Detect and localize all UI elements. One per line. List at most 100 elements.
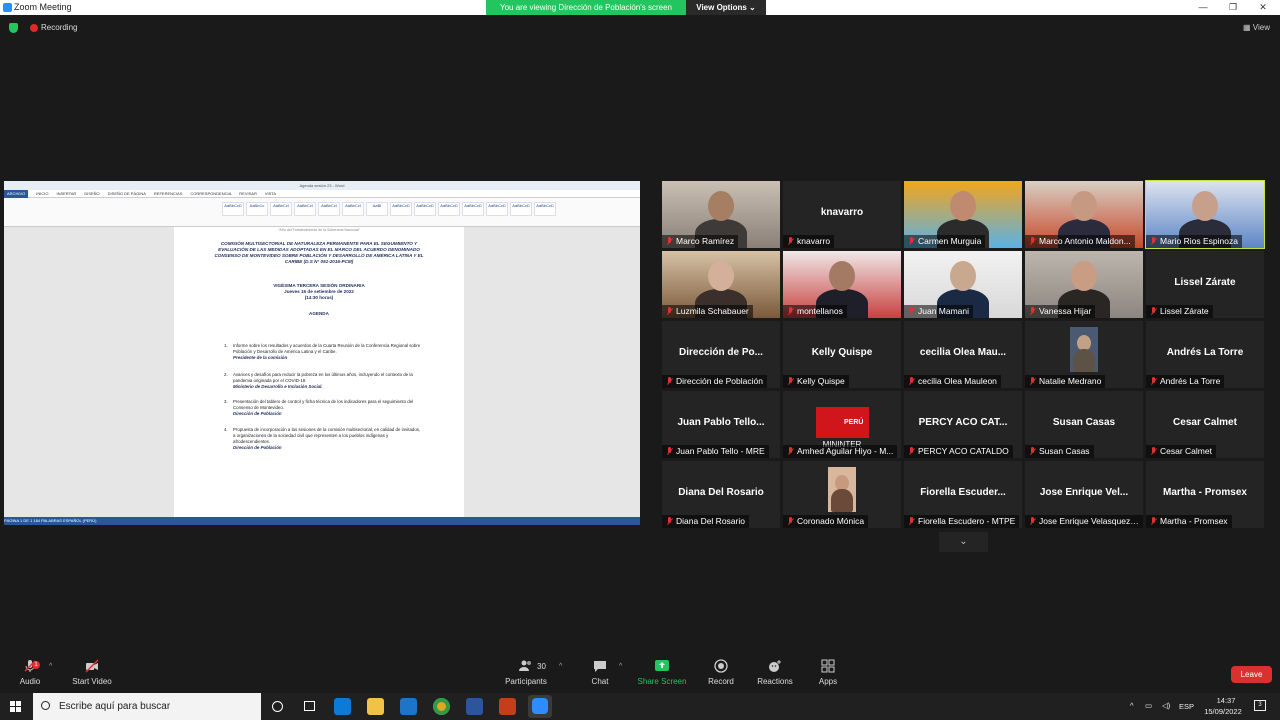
participant-display-name: Dirección de Po...: [679, 347, 763, 358]
restore-button[interactable]: ❐: [1218, 0, 1248, 15]
participant-name: Marco Antonio Maldon...: [1039, 236, 1131, 246]
chat-chevron-icon[interactable]: ^: [619, 663, 622, 670]
participant-tile[interactable]: Luzmila Schabauer: [662, 251, 780, 318]
audio-options-chevron-icon[interactable]: ^: [49, 663, 52, 670]
participant-name-label: Marco Antonio Maldon...: [1025, 235, 1135, 248]
search-icon: [41, 701, 50, 710]
close-button[interactable]: ✕: [1248, 0, 1278, 15]
participant-name-label: Luzmila Schabauer: [662, 305, 753, 318]
share-screen-button[interactable]: Share Screen: [632, 659, 692, 686]
taskbar-search[interactable]: Escribe aquí para buscar: [33, 693, 261, 720]
agenda-item-presenter: Presidente de la comisión: [233, 355, 288, 360]
participant-tile[interactable]: Marco Antonio Maldon...: [1025, 181, 1143, 248]
participant-tile[interactable]: PERCY ACO CAT... PERCY ACO CATALDO: [904, 391, 1022, 458]
network-icon[interactable]: ▭: [1145, 701, 1152, 710]
participant-tile[interactable]: Vanessa Hijar: [1025, 251, 1143, 318]
participant-name-label: Juan Mamani: [904, 305, 974, 318]
word-ribbon-tabs: ARCHIVO INICIO INSERTAR DISEÑO DISEÑO DE PÁG…: [4, 190, 640, 198]
word-icon[interactable]: [466, 698, 483, 715]
agenda-item-text-block: Propuesta de incorporación a las sesione…: [233, 427, 423, 451]
word-tab: INSERTAR: [56, 191, 77, 196]
agenda-item-text: Presentación del tablero de control y fi…: [233, 399, 414, 410]
apps-button[interactable]: Apps: [798, 659, 858, 686]
view-button[interactable]: ▦ View: [1243, 23, 1270, 32]
participant-name-label: Diana Del Rosario: [662, 515, 749, 528]
participant-tile[interactable]: Dirección de Po... Dirección de Población: [662, 321, 780, 388]
security-shield-icon[interactable]: [9, 23, 18, 33]
muted-mic-icon: [1029, 377, 1036, 386]
participant-tile[interactable]: PERÚMININTERAmhed Aguilar Hiyo - M...: [783, 391, 901, 458]
participant-name: Susan Casas: [1039, 446, 1090, 456]
word-style-swatch: AaBbCcD: [462, 202, 484, 216]
participant-tile[interactable]: Juan Mamani: [904, 251, 1022, 318]
shared-screen: Agenda sesión 23 - Word ARCHIVO INICIO INS…: [4, 181, 640, 525]
participant-name: Juan Mamani: [918, 306, 970, 316]
volume-icon[interactable]: ◁): [1162, 701, 1170, 710]
record-button[interactable]: Record: [691, 659, 751, 686]
participant-tile[interactable]: Susan Casas Susan Casas: [1025, 391, 1143, 458]
internet-explorer-icon[interactable]: [400, 698, 417, 715]
task-view-icon[interactable]: [304, 701, 315, 711]
clock-time[interactable]: 14:37: [1208, 696, 1244, 705]
agenda-item-number: 3.: [224, 399, 228, 404]
participant-name-label: Mario Rios Espinoza: [1146, 235, 1242, 248]
participant-display-name: Fiorella Escuder...: [920, 487, 1006, 498]
participant-tile[interactable]: Carmen Murguia: [904, 181, 1022, 248]
participant-tile[interactable]: Kelly Quispe Kelly Quispe: [783, 321, 901, 388]
expand-gallery-chevron-icon[interactable]: ⌄: [939, 532, 988, 552]
participant-tile[interactable]: Lissel Zárate Lissel Zárate: [1146, 251, 1264, 318]
muted-mic-icon: [908, 377, 915, 386]
agenda-label: AGENDA: [309, 311, 329, 316]
participant-name: Jose Enrique Velasquez ...: [1039, 516, 1140, 526]
participant-tile[interactable]: Cesar Calmet Cesar Calmet: [1146, 391, 1264, 458]
language-indicator[interactable]: ESP: [1179, 702, 1194, 711]
participant-tile[interactable]: Diana Del Rosario Diana Del Rosario: [662, 461, 780, 528]
participant-tile[interactable]: Mario Rios Espinoza: [1145, 180, 1265, 249]
participant-tile[interactable]: Jose Enrique Vel... Jose Enrique Velasque…: [1025, 461, 1143, 528]
minimize-button[interactable]: —: [1188, 0, 1218, 15]
clock-date[interactable]: 15/09/2022: [1200, 707, 1246, 716]
participant-tile[interactable]: Marco Ramírez: [662, 181, 780, 248]
participant-tile[interactable]: Fiorella Escuder... Fiorella Escudero - M…: [904, 461, 1022, 528]
word-style-swatch: AaBbCcD: [390, 202, 412, 216]
participant-tile[interactable]: Martha - Promsex Martha - Promsex: [1146, 461, 1264, 528]
leave-button[interactable]: Leave: [1231, 666, 1272, 683]
participants-count: 30: [537, 662, 546, 671]
participant-tile[interactable]: Juan Pablo Tello... Juan Pablo Tello - MR…: [662, 391, 780, 458]
participant-display-name: Martha - Promsex: [1163, 487, 1247, 498]
audio-label: Audio: [19, 677, 41, 686]
participant-name-label: Coronado Mónica: [783, 515, 869, 528]
recording-indicator[interactable]: Recording: [30, 23, 77, 32]
powerpoint-icon[interactable]: [499, 698, 516, 715]
participant-tile[interactable]: Coronado Mónica: [783, 461, 901, 528]
chat-label: Chat: [591, 677, 609, 686]
file-explorer-icon[interactable]: [367, 698, 384, 715]
participant-tile[interactable]: montellanos: [783, 251, 901, 318]
chrome-icon[interactable]: [433, 698, 450, 715]
tray-chevron-icon[interactable]: ^: [1130, 701, 1134, 710]
participant-name-label: Jose Enrique Velasquez ...: [1025, 515, 1143, 528]
participant-name-label: cecilia Olea Mauleon: [904, 375, 1001, 388]
muted-mic-icon: [1029, 447, 1036, 456]
participant-tile[interactable]: Natalie Medrano: [1025, 321, 1143, 388]
cortana-icon[interactable]: [272, 701, 283, 712]
word-status-bar: PÁGINA 1 DE 1 184 PALABRAS ESPAÑOL (PERÚ…: [4, 517, 640, 525]
participant-display-name: Andrés La Torre: [1166, 347, 1244, 358]
start-video-button[interactable]: Start Video: [62, 659, 122, 686]
participant-name-label: Dirección de Población: [662, 375, 767, 388]
participants-button[interactable]: Participants: [496, 659, 556, 686]
reactions-button[interactable]: Reactions: [745, 659, 805, 686]
participant-name: Kelly Quispe: [797, 376, 845, 386]
zoom-taskbar-icon[interactable]: [528, 695, 552, 718]
video-off-icon: [85, 659, 99, 673]
edge-icon[interactable]: [334, 698, 351, 715]
view-options-button[interactable]: View Options ⌄: [686, 0, 766, 15]
participant-tile[interactable]: Andrés La Torre Andrés La Torre: [1146, 321, 1264, 388]
windows-start-icon[interactable]: [10, 701, 21, 712]
word-style-swatch: AaBbCcD: [486, 202, 508, 216]
notifications-icon[interactable]: 3: [1254, 700, 1266, 711]
participant-tile[interactable]: knavarro knavarro: [783, 181, 901, 248]
participant-name: Dirección de Población: [676, 376, 763, 386]
participant-tile[interactable]: cecilia Olea Mau... cecilia Olea Mauleon: [904, 321, 1022, 388]
participants-chevron-icon[interactable]: ^: [559, 663, 562, 670]
